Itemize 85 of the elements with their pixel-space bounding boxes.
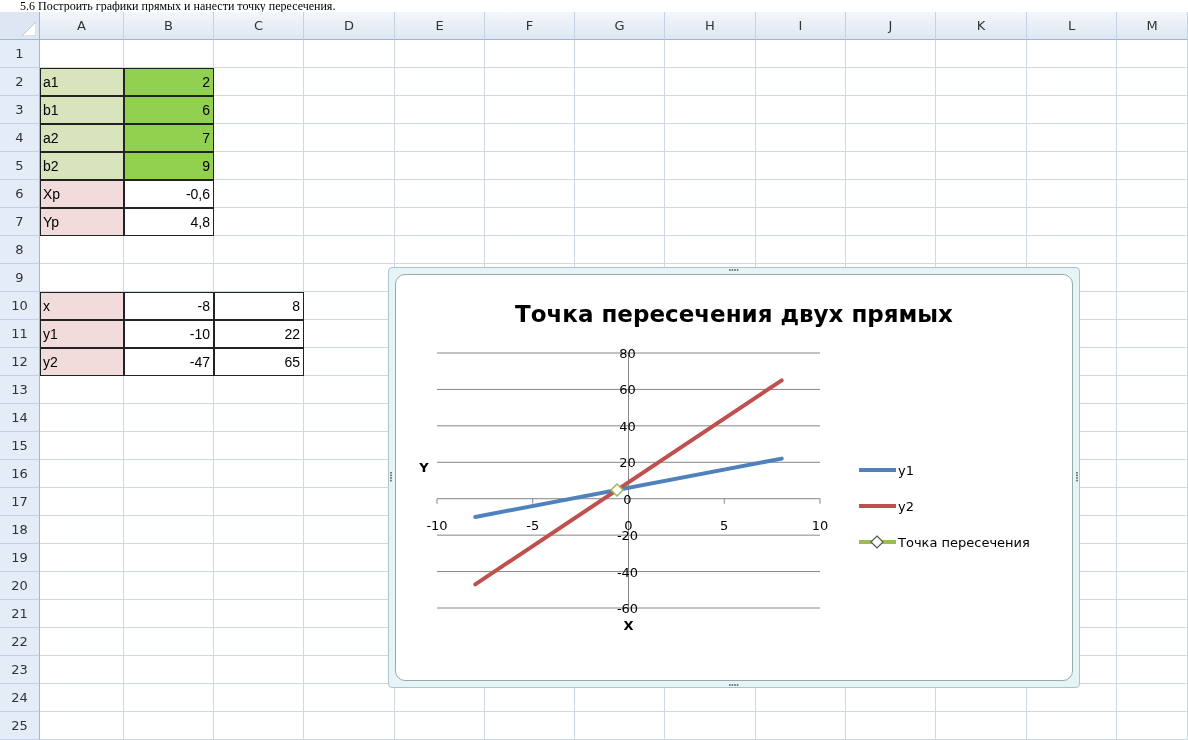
table-cell: a1 — [40, 68, 124, 96]
triangle-icon — [22, 22, 36, 36]
table-cell: x — [40, 292, 124, 320]
table-cell: b2 — [40, 152, 124, 180]
row-header[interactable]: 19 — [0, 544, 40, 572]
tick-label: 60 — [619, 382, 636, 398]
legend-label: y1 — [898, 463, 914, 478]
row-header[interactable]: 25 — [0, 712, 40, 740]
chart-title: Точка пересечения двух прямых — [515, 301, 953, 327]
table-cell: -10 — [124, 320, 214, 348]
table-cell: 8 — [214, 292, 304, 320]
row-header[interactable]: 16 — [0, 460, 40, 488]
row-header[interactable]: 5 — [0, 152, 40, 180]
row-header[interactable]: 3 — [0, 96, 40, 124]
legend-label: Точка пересечения — [898, 535, 1030, 550]
tick-label: 80 — [619, 346, 636, 361]
row-header[interactable]: 9 — [0, 264, 40, 292]
table-cell: Yp — [40, 208, 124, 236]
select-all-button[interactable] — [0, 12, 40, 40]
row-header[interactable]: 23 — [0, 656, 40, 684]
table-cell: b1 — [40, 96, 124, 124]
row-header[interactable]: 8 — [0, 236, 40, 264]
table-cell: -47 — [124, 348, 214, 376]
row-header[interactable]: 6 — [0, 180, 40, 208]
axis-title: X — [623, 618, 634, 633]
table-cell: -8 — [124, 292, 214, 320]
row-header[interactable]: 15 — [0, 432, 40, 460]
row-header[interactable]: 24 — [0, 684, 40, 712]
row-header[interactable]: 7 — [0, 208, 40, 236]
column-header[interactable]: K — [936, 12, 1027, 40]
column-header[interactable]: G — [575, 12, 665, 40]
column-header[interactable]: M — [1117, 12, 1188, 40]
column-header[interactable]: L — [1027, 12, 1117, 40]
table-cell: 4,8 — [124, 208, 214, 236]
table-cell: Xp — [40, 180, 124, 208]
column-header[interactable]: J — [846, 12, 936, 40]
row-header[interactable]: 17 — [0, 488, 40, 516]
tick-label: -10 — [426, 517, 448, 533]
table-cell: y1 — [40, 320, 124, 348]
legend-label: y2 — [898, 499, 914, 514]
tick-label: -60 — [616, 601, 639, 616]
table-cell: 9 — [124, 152, 214, 180]
row-header[interactable]: 14 — [0, 404, 40, 432]
table-cell: y2 — [40, 348, 124, 376]
row-header[interactable]: 12 — [0, 348, 40, 376]
axis-title: Y — [419, 460, 429, 476]
row-header[interactable]: 4 — [0, 124, 40, 152]
row-header[interactable]: 13 — [0, 376, 40, 404]
resize-handle[interactable] — [729, 268, 739, 272]
row-header[interactable]: 21 — [0, 600, 40, 628]
table-cell: 65 — [214, 348, 304, 376]
table-cell: 22 — [214, 320, 304, 348]
table-cell: 2 — [124, 68, 214, 96]
table-cell: -0,6 — [124, 180, 214, 208]
resize-handle[interactable] — [389, 472, 393, 482]
chart-frame[interactable]: Точка пересечения двух прямых -10 -5 0 5 10 -60 -40 -20 0 20 40 60 80 X Y y1 y2 Точка пересечения — [388, 267, 1080, 688]
column-header[interactable]: C — [214, 12, 304, 40]
row-header[interactable]: 10 — [0, 292, 40, 320]
resize-handle[interactable] — [729, 683, 739, 687]
tick-label: 40 — [619, 418, 636, 434]
tick-label: -5 — [526, 517, 540, 533]
row-header[interactable]: 2 — [0, 68, 40, 96]
table-cell: a2 — [40, 124, 124, 152]
caption-text: 5.6 Построить графики прямых и нанести точку пересечения. — [19, 0, 337, 12]
column-header[interactable]: F — [485, 12, 575, 40]
row-header[interactable]: 11 — [0, 320, 40, 348]
table-cell: 6 — [124, 96, 214, 124]
column-header[interactable]: B — [124, 12, 214, 40]
tick-label: -40 — [616, 564, 639, 580]
row-header[interactable]: 18 — [0, 516, 40, 544]
row-header[interactable]: 22 — [0, 628, 40, 656]
column-header[interactable]: D — [304, 12, 395, 40]
column-header[interactable]: H — [665, 12, 756, 40]
tick-label: 10 — [811, 517, 829, 533]
row-header[interactable]: 20 — [0, 572, 40, 600]
table-cell: 7 — [124, 124, 214, 152]
resize-handle[interactable] — [1075, 472, 1079, 482]
tick-label: -20 — [616, 528, 639, 544]
row-header[interactable]: 1 — [0, 40, 40, 68]
column-header[interactable]: E — [395, 12, 485, 40]
tick-label: 0 — [623, 491, 632, 507]
column-header[interactable]: I — [756, 12, 846, 40]
column-header[interactable]: A — [40, 12, 124, 40]
tick-label: 5 — [720, 517, 729, 533]
tick-label: 20 — [619, 455, 636, 471]
